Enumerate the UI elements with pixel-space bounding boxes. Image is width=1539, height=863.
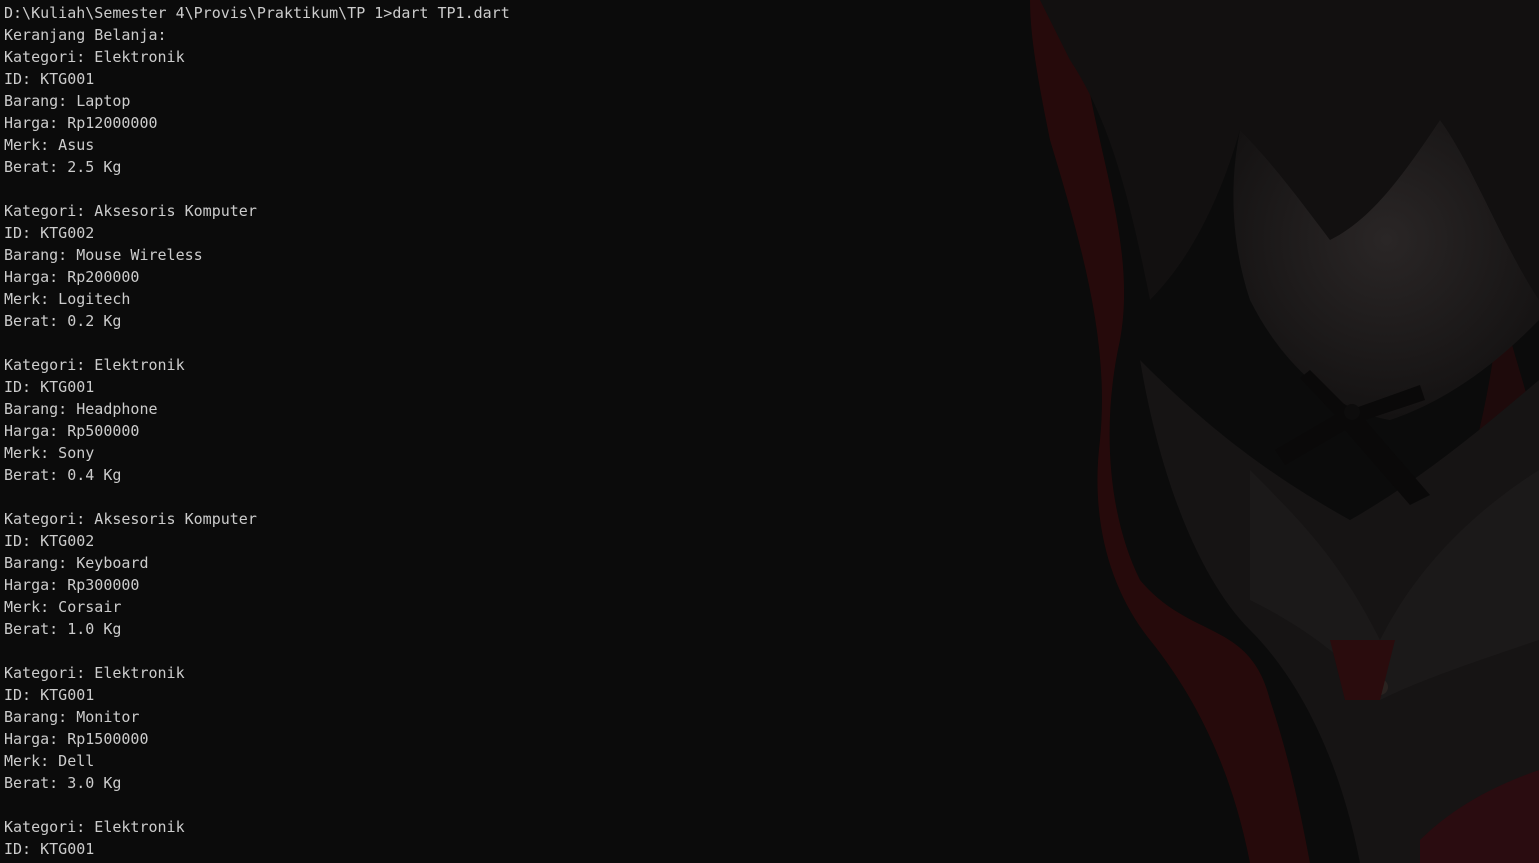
output-line: Harga: Rp200000 (4, 268, 140, 286)
output-line: Kategori: Elektronik (4, 664, 185, 682)
output-line: Berat: 3.0 Kg (4, 774, 122, 792)
output-line: Keranjang Belanja: (4, 26, 167, 44)
output-line: Merk: Corsair (4, 598, 122, 616)
output-line: ID: KTG001 (4, 378, 95, 396)
output-line: Merk: Logitech (4, 290, 131, 308)
output-line: Merk: Sony (4, 444, 95, 462)
output-line: Harga: Rp300000 (4, 576, 140, 594)
output-line: Harga: Rp500000 (4, 422, 140, 440)
output-line: Barang: Monitor (4, 708, 140, 726)
output-line: ID: KTG002 (4, 224, 95, 242)
command-prompt-line: D:\Kuliah\Semester 4\Provis\Praktikum\TP… (4, 4, 510, 22)
output-line: ID: KTG001 (4, 686, 95, 704)
output-line: Kategori: Elektronik (4, 356, 185, 374)
output-line: Merk: Asus (4, 136, 95, 154)
output-line: Berat: 1.0 Kg (4, 620, 122, 638)
output-line: ID: KTG001 (4, 840, 95, 858)
output-line: Barang: Mouse Wireless (4, 246, 203, 264)
output-line: Kategori: Aksesoris Komputer (4, 202, 257, 220)
terminal-output: D:\Kuliah\Semester 4\Provis\Praktikum\TP… (4, 2, 510, 860)
output-line: Kategori: Elektronik (4, 48, 185, 66)
output-line: Berat: 0.4 Kg (4, 466, 122, 484)
output-line: ID: KTG001 (4, 70, 95, 88)
output-line: ID: KTG002 (4, 532, 95, 550)
output-line: Harga: Rp1500000 (4, 730, 149, 748)
output-line: Merk: Dell (4, 752, 95, 770)
output-line: Barang: Laptop (4, 92, 131, 110)
output-line: Harga: Rp12000000 (4, 114, 158, 132)
output-line: Kategori: Aksesoris Komputer (4, 510, 257, 528)
output-line: Barang: Keyboard (4, 554, 149, 572)
output-line: Berat: 2.5 Kg (4, 158, 122, 176)
output-line: Barang: Headphone (4, 400, 158, 418)
output-line: Berat: 0.2 Kg (4, 312, 122, 330)
output-line: Kategori: Elektronik (4, 818, 185, 836)
terminal-window[interactable]: D:\Kuliah\Semester 4\Provis\Praktikum\TP… (0, 0, 1539, 863)
